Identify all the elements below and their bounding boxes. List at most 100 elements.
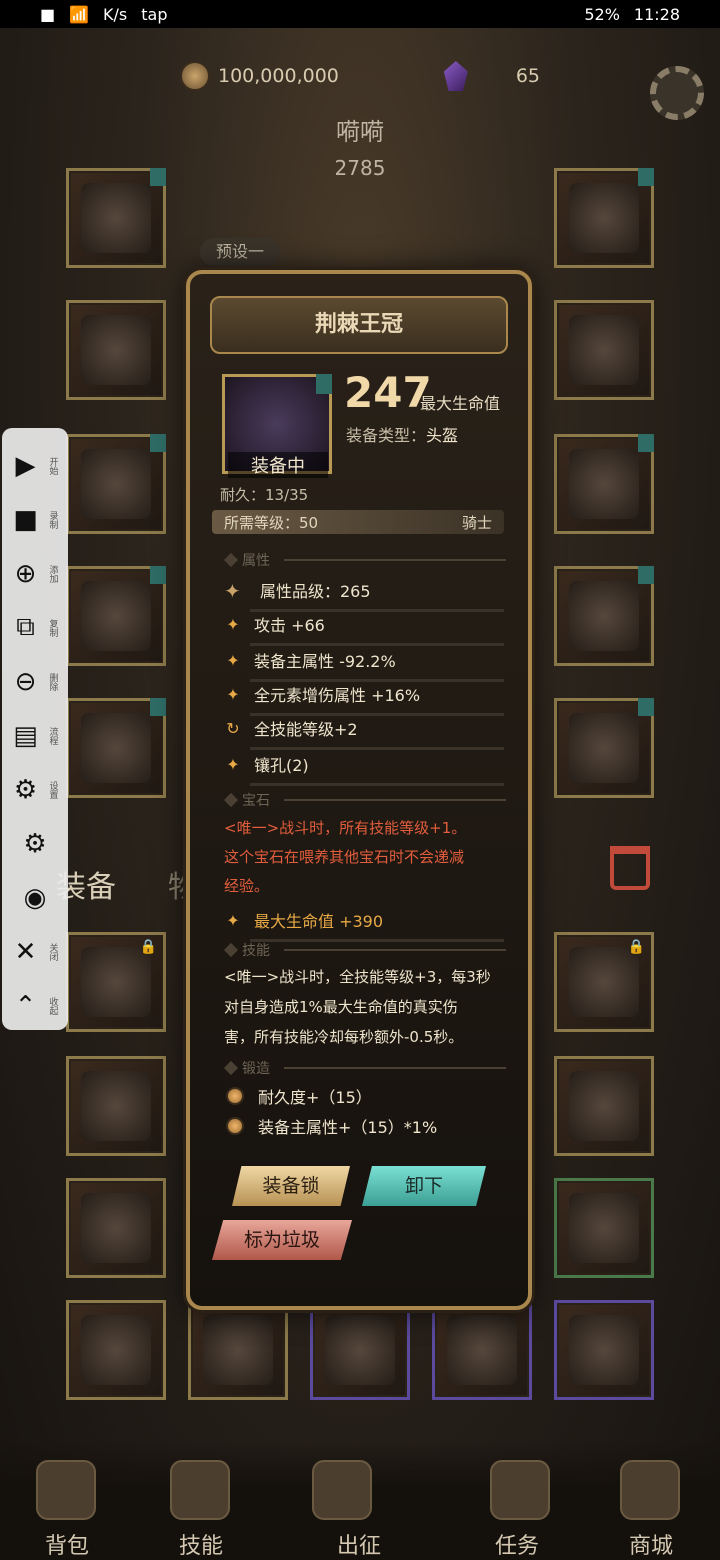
wifi-icon: 📶 bbox=[69, 4, 90, 24]
forge-row: 耐久度+（15） bbox=[226, 1084, 372, 1108]
durability: 耐久：13/35 bbox=[220, 486, 309, 504]
inventory-item[interactable] bbox=[188, 1300, 288, 1400]
inventory-item[interactable] bbox=[310, 1300, 410, 1400]
inventory-item[interactable] bbox=[554, 1056, 654, 1156]
app-tag: tap bbox=[141, 4, 168, 24]
eye-icon: ◉ bbox=[23, 883, 47, 914]
collapse-icon: ⌃ bbox=[14, 991, 37, 1022]
notification-icon: ■ bbox=[40, 4, 56, 24]
attribute-row: ↻ 全技能等级+2 bbox=[224, 716, 504, 750]
skill-description: <唯一>战斗时，全技能等级+3，每3秒 对自身造成1%最大生命值的真实伤 害，所… bbox=[224, 968, 491, 1046]
forge-dot-icon bbox=[226, 1117, 244, 1135]
unequip-button[interactable]: 卸下 bbox=[362, 1166, 486, 1206]
recorder-delete-button[interactable]: ⊖ 删除 bbox=[5, 658, 65, 705]
play-icon: ▶ bbox=[15, 450, 36, 481]
section-skill: 技能 bbox=[223, 940, 506, 960]
gem-stat: ✦ 最大生命值 +390 bbox=[224, 908, 504, 942]
equip-slot-helmet[interactable] bbox=[66, 168, 166, 268]
slot-type: 装备类型：头盔 bbox=[346, 426, 459, 445]
currency-bar: 100,000,000 65 bbox=[180, 56, 540, 96]
inventory-item[interactable] bbox=[432, 1300, 532, 1400]
gold-amount: 100,000,000 bbox=[218, 65, 339, 87]
status-bar: ■ 📶 K/s tap 52% 11:28 bbox=[0, 0, 720, 28]
nav-skills[interactable]: 技能 bbox=[156, 1528, 246, 1560]
section-attributes: 属性 bbox=[223, 550, 506, 570]
gear-icon: ⚙ bbox=[13, 775, 38, 806]
recorder-record-button[interactable]: ■ 录制 bbox=[5, 496, 65, 543]
inventory-item[interactable] bbox=[66, 1300, 166, 1400]
recorder-start-button[interactable]: ▶ 开始 bbox=[5, 442, 65, 489]
mark-as-trash-button[interactable]: 标为垃圾 bbox=[212, 1220, 352, 1260]
quest-scroll-icon[interactable] bbox=[490, 1460, 550, 1520]
equip-slot-chain[interactable] bbox=[554, 300, 654, 400]
attribute-row: ✦ 装备主属性 -92.2% bbox=[224, 648, 504, 682]
inventory-item[interactable] bbox=[554, 1178, 654, 1278]
close-icon: ✕ bbox=[14, 937, 37, 968]
recorder-config-button[interactable]: ⚙ bbox=[5, 821, 65, 868]
main-stat-label: 最大生命值 bbox=[420, 394, 501, 413]
battery-percent: 52% bbox=[584, 4, 620, 24]
recorder-close-button[interactable]: ✕ 关闭 bbox=[5, 929, 65, 976]
inventory-item[interactable] bbox=[66, 1178, 166, 1278]
equip-slot-shield[interactable] bbox=[554, 698, 654, 798]
trash-icon[interactable] bbox=[610, 846, 650, 890]
preset-selector[interactable]: 预设一 bbox=[200, 238, 280, 266]
campaign-icon[interactable] bbox=[312, 1460, 372, 1520]
recorder-settings-button[interactable]: ⚙ 设置 bbox=[5, 767, 65, 814]
required-class: 骑士 bbox=[461, 513, 492, 532]
nav-quests[interactable]: 任务 bbox=[472, 1528, 562, 1560]
inventory-item[interactable]: 🔒 bbox=[554, 932, 654, 1032]
nav-shop[interactable]: 商城 bbox=[606, 1528, 696, 1560]
recorder-flow-button[interactable]: ▤ 流程 bbox=[5, 712, 65, 759]
nav-bag[interactable]: 背包 bbox=[22, 1528, 112, 1560]
quality-icon: ✦ bbox=[224, 579, 241, 603]
forge-row: 装备主属性+（15）*1% bbox=[226, 1114, 437, 1138]
flow-icon: ▤ bbox=[13, 721, 38, 752]
equip-slot-ring[interactable] bbox=[554, 434, 654, 534]
gold-coin-icon bbox=[180, 61, 210, 91]
skill-book-icon[interactable] bbox=[170, 1460, 230, 1520]
requirement-bar: 所需等级：50 骑士 bbox=[212, 510, 504, 534]
cycle-icon: ↻ bbox=[226, 718, 240, 738]
clock: 11:28 bbox=[633, 4, 680, 24]
section-forge: 锻造 bbox=[223, 1058, 506, 1078]
inventory-item[interactable] bbox=[554, 1300, 654, 1400]
inventory-item[interactable]: 🔒 bbox=[66, 932, 166, 1032]
recorder-view-button[interactable]: ◉ bbox=[5, 875, 65, 922]
camera-icon: ■ bbox=[13, 504, 38, 535]
minus-circle-icon: ⊖ bbox=[14, 666, 37, 697]
attribute-row: ✦ 攻击 +66 bbox=[224, 612, 504, 646]
attribute-row: ✦ 属性品级：265 bbox=[224, 578, 504, 612]
recorder-add-button[interactable]: ⊕ 添加 bbox=[5, 550, 65, 597]
forge-dot-icon bbox=[226, 1087, 244, 1105]
attribute-row: ✦ 镶孔(2) bbox=[224, 752, 504, 786]
equipment-lock-button[interactable]: 装备锁 bbox=[232, 1166, 350, 1206]
gem-display: 65 bbox=[443, 61, 540, 91]
star-icon: ✦ bbox=[226, 910, 240, 930]
equip-slot-armor[interactable] bbox=[66, 300, 166, 400]
equip-slot-boots[interactable] bbox=[66, 698, 166, 798]
main-stat-value: 247 bbox=[344, 368, 432, 417]
character-name: 嗬嗬 bbox=[336, 118, 384, 146]
gem-amount: 65 bbox=[515, 65, 540, 87]
lock-icon: 🔒 bbox=[139, 939, 157, 955]
star-icon: ✦ bbox=[226, 614, 240, 634]
equip-slot-gloves[interactable] bbox=[66, 566, 166, 666]
star-icon: ✦ bbox=[226, 684, 240, 704]
gem-icon bbox=[443, 61, 468, 91]
shop-icon[interactable] bbox=[620, 1460, 680, 1520]
gear-settings-icon: ⚙ bbox=[23, 829, 47, 860]
equip-slot-shoulder[interactable] bbox=[66, 434, 166, 534]
inventory-item[interactable] bbox=[66, 1056, 166, 1156]
equipped-badge: 装备中 bbox=[228, 452, 328, 478]
network-speed: K/s bbox=[103, 4, 128, 24]
settings-gear-icon[interactable] bbox=[650, 66, 704, 120]
star-icon: ✦ bbox=[226, 754, 240, 774]
item-title: 荆棘王冠 bbox=[210, 296, 508, 354]
recorder-copy-button[interactable]: ⧉ 复制 bbox=[5, 604, 65, 651]
recorder-collapse-button[interactable]: ⌃ 收起 bbox=[5, 983, 65, 1030]
bag-icon[interactable] bbox=[36, 1460, 96, 1520]
nav-campaign[interactable]: 出征 bbox=[314, 1528, 404, 1560]
equip-slot-necklace[interactable] bbox=[554, 168, 654, 268]
equip-slot-weapon[interactable] bbox=[554, 566, 654, 666]
